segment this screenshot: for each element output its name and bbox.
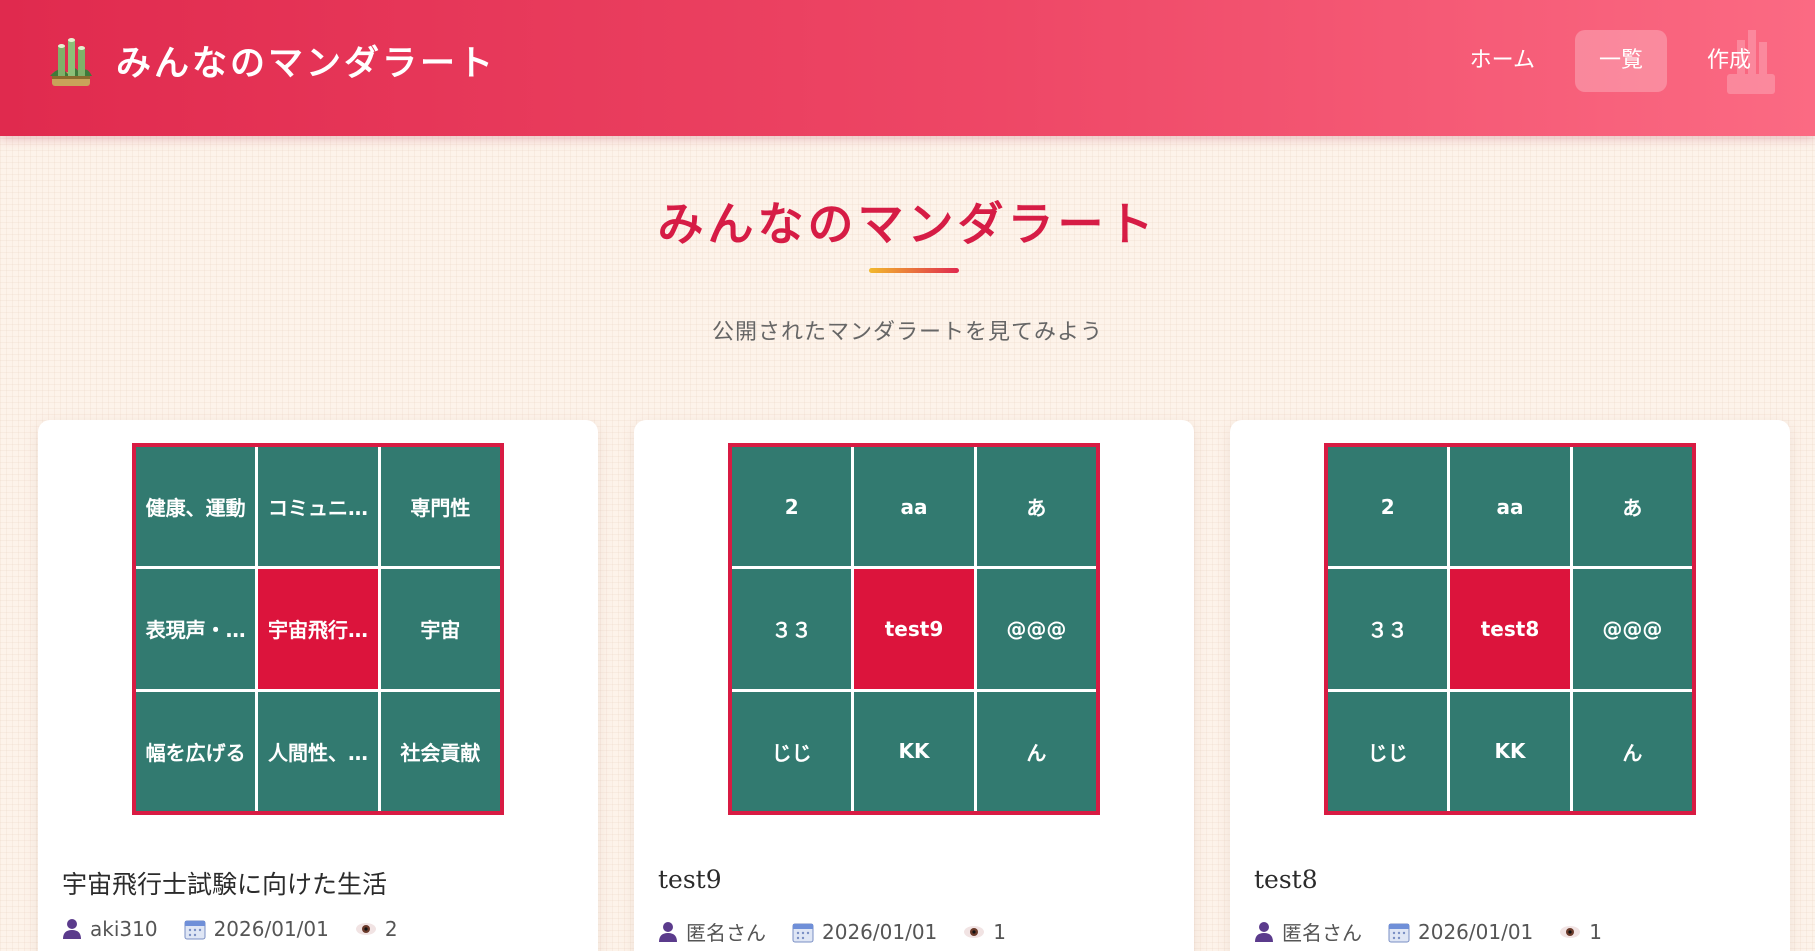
mandala-card[interactable]: 2 aa あ ３３ test9 @@@ じじ KK ん test9 匿名さん 2… — [634, 420, 1194, 951]
card-title[interactable]: test8 — [1254, 865, 1318, 894]
user-icon — [1255, 921, 1273, 942]
mandala-cell: 2 — [732, 447, 852, 567]
app-header: みんなのマンダラート ホーム 一覧 作成 — [0, 0, 1815, 136]
view-count: 2 — [384, 917, 398, 941]
mandala-grid[interactable]: 健康、運動 コミュニ… 専門性 表現声・… 宇宙飛行… 宇宙 幅を広げる 人間性… — [132, 443, 504, 815]
card-meta: 匿名さん 2026/01/01 1 — [1254, 917, 1628, 946]
eye-icon — [355, 923, 376, 935]
author-name: 匿名さん — [686, 921, 766, 945]
views-meta: 1 — [1559, 920, 1602, 944]
card-title[interactable]: 宇宙飛行士試験に向けた生活 — [62, 865, 387, 901]
user-icon — [63, 919, 81, 939]
brand[interactable]: みんなのマンダラート — [46, 30, 496, 90]
mandala-cell: aa — [854, 447, 974, 567]
created-date: 2026/01/01 — [822, 919, 938, 944]
title-underline — [869, 268, 959, 273]
card-meta: 匿名さん 2026/01/01 1 — [658, 917, 1032, 946]
author-name: 匿名さん — [1282, 921, 1362, 945]
mandala-cell: KK — [1450, 691, 1570, 811]
mandala-cell: aa — [1450, 447, 1570, 567]
nav-home[interactable]: ホーム — [1446, 30, 1559, 92]
calendar-icon — [1388, 923, 1410, 942]
created-date: 2026/01/01 — [1418, 919, 1534, 944]
mandala-cell: 幅を広げる — [136, 691, 256, 811]
mandala-cell: コミュニ… — [258, 447, 378, 567]
mandala-grid[interactable]: 2 aa あ ３３ test9 @@@ じじ KK ん — [728, 443, 1100, 815]
mandala-center-cell: 宇宙飛行… — [258, 569, 378, 689]
page-title: みんなのマンダラート — [657, 197, 1158, 251]
mandala-cell: じじ — [732, 691, 852, 811]
card-title[interactable]: test9 — [658, 865, 722, 894]
mandala-card[interactable]: 2 aa あ ３３ test8 @@@ じじ KK ん test8 匿名さん 2… — [1230, 420, 1790, 951]
views-meta: 1 — [963, 920, 1006, 944]
date-meta: 2026/01/01 — [184, 917, 329, 941]
eye-icon — [1560, 925, 1581, 938]
calendar-icon — [184, 920, 206, 940]
view-count: 1 — [1589, 919, 1603, 944]
mandala-cell: 社会貢献 — [380, 691, 500, 811]
nav-create[interactable]: 作成 — [1683, 30, 1775, 94]
mandala-cell: @@@ — [976, 569, 1096, 689]
mandala-grid[interactable]: 2 aa あ ３３ test8 @@@ じじ KK ん — [1324, 443, 1696, 815]
calendar-icon — [792, 923, 814, 942]
page-subtitle: 公開されたマンダラートを見てみよう — [711, 320, 1103, 345]
date-meta: 2026/01/01 — [1388, 920, 1533, 944]
mandala-cell: 人間性、… — [258, 691, 378, 811]
author-meta: aki310 — [62, 917, 158, 941]
created-date: 2026/01/01 — [213, 917, 329, 941]
mandala-center-cell: test8 — [1450, 569, 1570, 689]
mandala-cell: ３３ — [732, 569, 852, 689]
app-title: みんなのマンダラート — [116, 42, 497, 84]
author-meta: 匿名さん — [658, 917, 766, 946]
main-nav: ホーム 一覧 作成 — [1430, 30, 1775, 94]
mandala-cell: じじ — [1328, 691, 1448, 811]
kadomatsu-icon — [46, 32, 96, 88]
mandala-cell: 健康、運動 — [136, 447, 256, 567]
view-count: 1 — [993, 919, 1007, 944]
date-meta: 2026/01/01 — [792, 920, 937, 944]
nav-create-label: 作成 — [1706, 48, 1751, 73]
mandala-cell: 表現声・… — [136, 569, 256, 689]
mandala-cell: あ — [976, 447, 1096, 567]
views-meta: 2 — [355, 917, 398, 941]
mandala-cell: KK — [854, 691, 974, 811]
mandala-cell: ３３ — [1328, 569, 1448, 689]
mandala-center-cell: test9 — [854, 569, 974, 689]
eye-icon — [964, 925, 985, 938]
mandala-cell: 宇宙 — [380, 569, 500, 689]
mandala-cell: 2 — [1328, 447, 1448, 567]
mandala-cell: @@@ — [1572, 569, 1692, 689]
user-icon — [659, 921, 677, 942]
mandala-cell: ん — [976, 691, 1096, 811]
mandala-cell: ん — [1572, 691, 1692, 811]
mandala-cell: 専門性 — [380, 447, 500, 567]
card-meta: aki310 2026/01/01 2 — [62, 917, 424, 941]
mandala-card[interactable]: 健康、運動 コミュニ… 専門性 表現声・… 宇宙飛行… 宇宙 幅を広げる 人間性… — [38, 420, 598, 951]
author-name: aki310 — [90, 917, 158, 941]
mandala-cell: あ — [1572, 447, 1692, 567]
author-meta: 匿名さん — [1254, 917, 1362, 946]
nav-list[interactable]: 一覧 — [1574, 30, 1667, 92]
